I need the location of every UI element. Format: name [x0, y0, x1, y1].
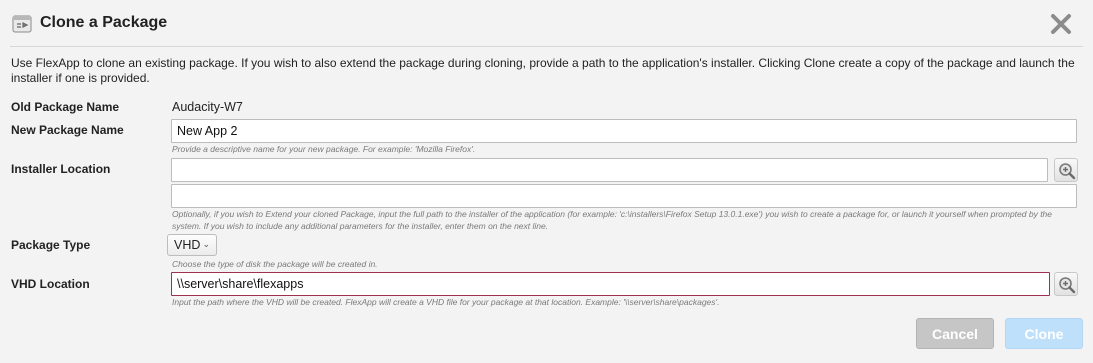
package-clone-icon: [12, 14, 32, 34]
package-type-label: Package Type: [11, 238, 91, 252]
header-divider: [10, 46, 1083, 47]
installer-location-label: Installer Location: [11, 162, 111, 176]
old-package-name-value: Audacity-W7: [172, 100, 243, 114]
package-type-help: Choose the type of disk the package will…: [172, 259, 378, 269]
clone-package-dialog: Clone a Package Use FlexApp to clone an …: [0, 0, 1093, 363]
new-package-name-help: Provide a descriptive name for your new …: [172, 144, 476, 154]
vhd-location-help: Input the path where the VHD will be cre…: [172, 297, 720, 307]
dialog-title: Clone a Package: [40, 14, 168, 31]
magnifier-plus-icon: [1059, 277, 1076, 294]
installer-browse-button[interactable]: [1054, 158, 1078, 182]
clone-button[interactable]: Clone: [1005, 318, 1083, 349]
chevron-down-icon: ⌄: [202, 239, 210, 249]
package-type-select[interactable]: VHD ⌄: [167, 234, 217, 256]
installer-location-input[interactable]: [171, 158, 1048, 182]
close-x-icon[interactable]: [1049, 12, 1073, 36]
installer-parameters-input[interactable]: [171, 184, 1077, 208]
dialog-header: Clone a Package: [0, 0, 1093, 48]
intro-text: Use FlexApp to clone an existing package…: [11, 56, 1075, 85]
vhd-location-input[interactable]: [171, 272, 1050, 296]
new-package-name-input[interactable]: [171, 119, 1077, 143]
cancel-button[interactable]: Cancel: [916, 318, 994, 349]
package-type-selected: VHD: [174, 238, 201, 252]
magnifier-plus-icon: [1059, 163, 1076, 180]
new-package-name-label: New Package Name: [11, 123, 124, 137]
vhd-browse-button[interactable]: [1054, 272, 1078, 296]
installer-location-help: Optionally, if you wish to Extend your c…: [172, 209, 1053, 231]
vhd-location-label: VHD Location: [11, 277, 90, 291]
old-package-name-label: Old Package Name: [11, 100, 120, 114]
